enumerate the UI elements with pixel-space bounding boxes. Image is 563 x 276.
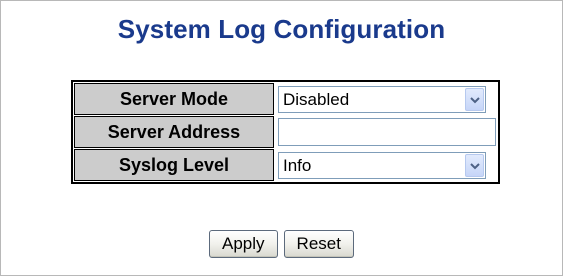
form-buttons: Apply Reset	[0, 230, 563, 258]
server-address-row: Server Address	[74, 116, 497, 148]
server-mode-select[interactable]: Disabled	[278, 85, 486, 113]
server-mode-row: Server Mode Disabled	[74, 83, 497, 115]
syslog-level-label: Syslog Level	[74, 149, 274, 181]
server-mode-dropdown-button[interactable]	[465, 87, 484, 111]
apply-button[interactable]: Apply	[209, 230, 278, 258]
server-mode-value: Disabled	[283, 89, 350, 109]
server-address-label: Server Address	[74, 116, 274, 148]
reset-button[interactable]: Reset	[283, 230, 354, 258]
syslog-config-table: Server Mode Disabled Server Address Sysl…	[71, 80, 500, 184]
server-address-cell	[275, 116, 497, 148]
server-mode-label: Server Mode	[74, 83, 274, 115]
syslog-level-value: Info	[283, 155, 312, 175]
page-title: System Log Configuration	[117, 14, 446, 44]
syslog-level-select[interactable]: Info	[278, 151, 486, 179]
server-mode-cell: Disabled	[275, 83, 497, 115]
chevron-down-icon	[470, 96, 480, 103]
syslog-level-cell: Info	[275, 149, 497, 181]
chevron-down-icon	[470, 162, 480, 169]
server-address-input[interactable]	[278, 118, 496, 146]
syslog-level-row: Syslog Level Info	[74, 149, 497, 181]
syslog-level-dropdown-button[interactable]	[465, 153, 484, 177]
